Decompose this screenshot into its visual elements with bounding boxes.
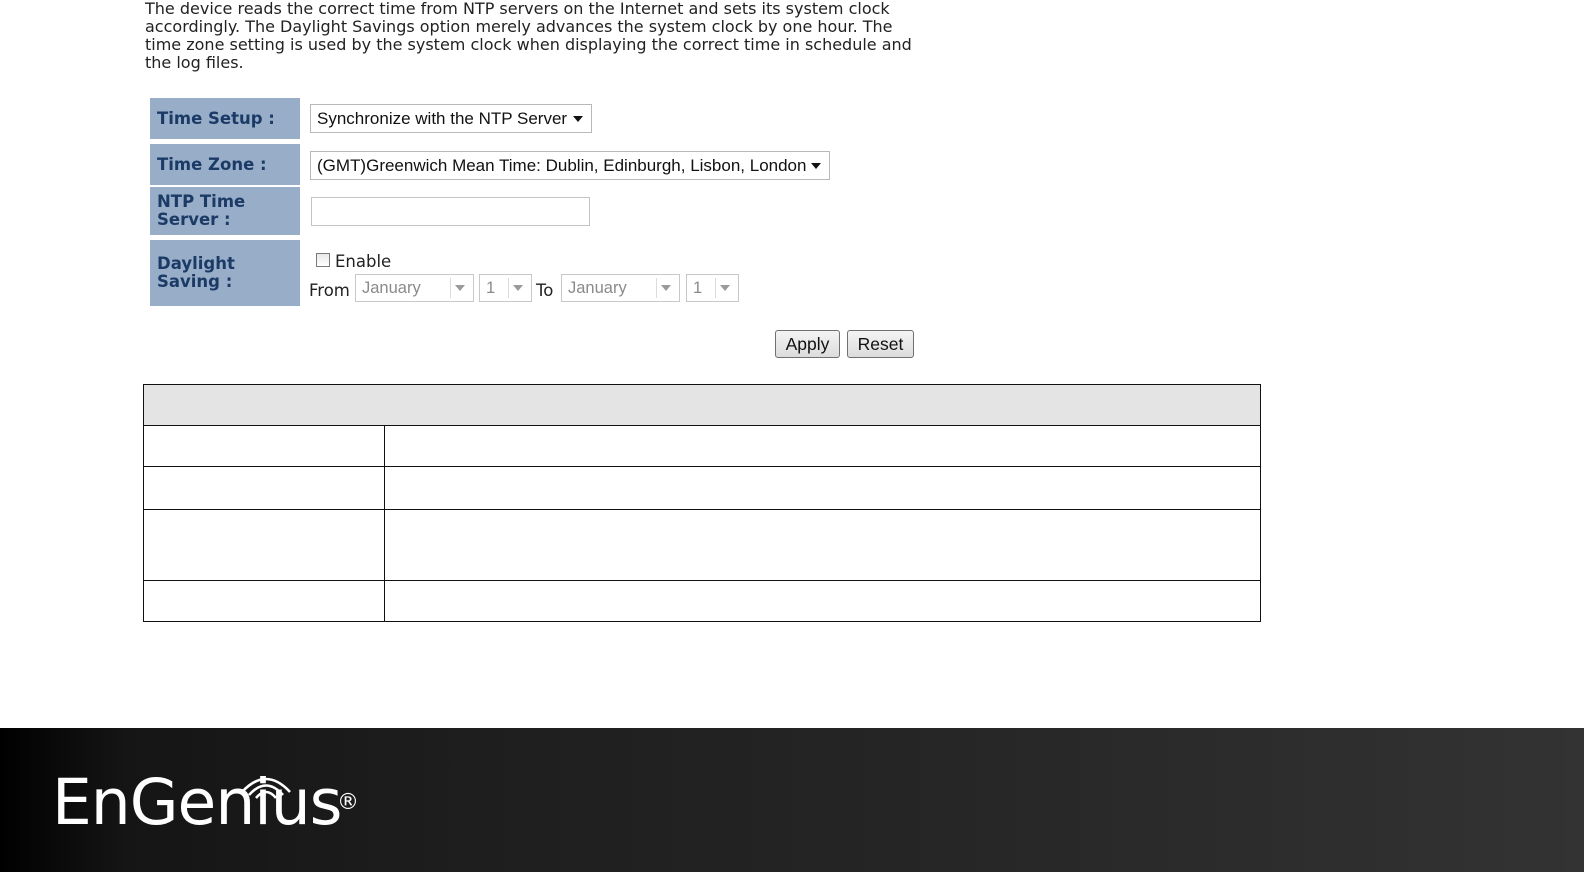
chevron-down-icon [455, 285, 465, 291]
time-setup-value: Synchronize with the NTP Server [317, 108, 568, 128]
table-cell [143, 425, 385, 467]
daylight-enable-checkbox[interactable] [316, 253, 330, 267]
table-row [143, 580, 1261, 622]
footer-banner: EnGenius ® [0, 728, 1584, 872]
table-header-cell [143, 384, 1261, 426]
table-row [143, 509, 1261, 581]
select-divider [656, 278, 657, 298]
daylight-to-label: To [536, 281, 554, 300]
select-divider [450, 278, 451, 298]
ntp-server-label-line: NTP Time [157, 192, 246, 211]
time-setup-label-text: Time Setup : [157, 108, 275, 128]
table-cell [384, 425, 1261, 467]
table-row [143, 466, 1261, 510]
chevron-down-icon [661, 285, 671, 291]
to-day-value: 1 [693, 278, 703, 297]
to-month-value: January [568, 278, 627, 297]
table-cell [143, 466, 385, 510]
registered-mark: ® [337, 790, 359, 815]
time-zone-label: Time Zone : [150, 144, 300, 185]
intro-line: The device reads the correct time from N… [145, 0, 890, 18]
time-zone-value: (GMT)Greenwich Mean Time: Dublin, Edinbu… [317, 155, 807, 175]
engenius-logo: EnGenius ® [52, 766, 359, 839]
select-divider [508, 278, 509, 298]
from-day-value: 1 [486, 278, 496, 297]
intro-line: accordingly. The Daylight Savings option… [145, 17, 893, 36]
chevron-down-icon [720, 285, 730, 291]
from-month-value: January [362, 278, 421, 297]
ntp-server-input[interactable] [311, 197, 590, 226]
daylight-saving-label-line: Saving : [157, 272, 233, 291]
table-cell [384, 509, 1261, 581]
select-divider [715, 278, 716, 298]
description-table [143, 384, 1261, 622]
chevron-down-icon [573, 115, 583, 122]
wifi-signal-icon [241, 777, 291, 799]
from-day-select[interactable]: 1 [479, 274, 532, 302]
reset-button[interactable]: Reset [847, 330, 914, 358]
daylight-saving-label: Daylight Saving : [150, 240, 300, 306]
table-cell [143, 509, 385, 581]
table-row [143, 425, 1261, 467]
time-setup-select[interactable]: Synchronize with the NTP Server [310, 104, 592, 133]
time-zone-select[interactable]: (GMT)Greenwich Mean Time: Dublin, Edinbu… [310, 151, 830, 180]
table-cell [384, 580, 1261, 622]
table-cell [384, 466, 1261, 510]
intro-line: time zone setting is used by the system … [145, 35, 912, 54]
time-setup-label: Time Setup : [150, 98, 300, 139]
apply-button[interactable]: Apply [775, 330, 840, 358]
page: The device reads the correct time from N… [0, 0, 1584, 872]
time-zone-label-text: Time Zone : [157, 154, 267, 174]
ntp-server-label-line: Server : [157, 210, 231, 229]
to-month-select[interactable]: January [561, 274, 680, 302]
table-header-row [143, 384, 1261, 426]
daylight-enable-label: Enable [335, 252, 392, 271]
chevron-down-icon [513, 285, 523, 291]
intro-line: the log files. [145, 53, 244, 72]
daylight-saving-label-line: Daylight [157, 254, 235, 273]
table-cell [143, 580, 385, 622]
intro-description: The device reads the correct time from N… [145, 0, 925, 72]
from-month-select[interactable]: January [355, 274, 474, 302]
daylight-from-label: From [309, 281, 350, 300]
ntp-server-label: NTP Time Server : [150, 187, 300, 235]
to-day-select[interactable]: 1 [686, 274, 739, 302]
logo-wordmark: EnGenius [52, 766, 342, 839]
chevron-down-icon [811, 162, 821, 169]
